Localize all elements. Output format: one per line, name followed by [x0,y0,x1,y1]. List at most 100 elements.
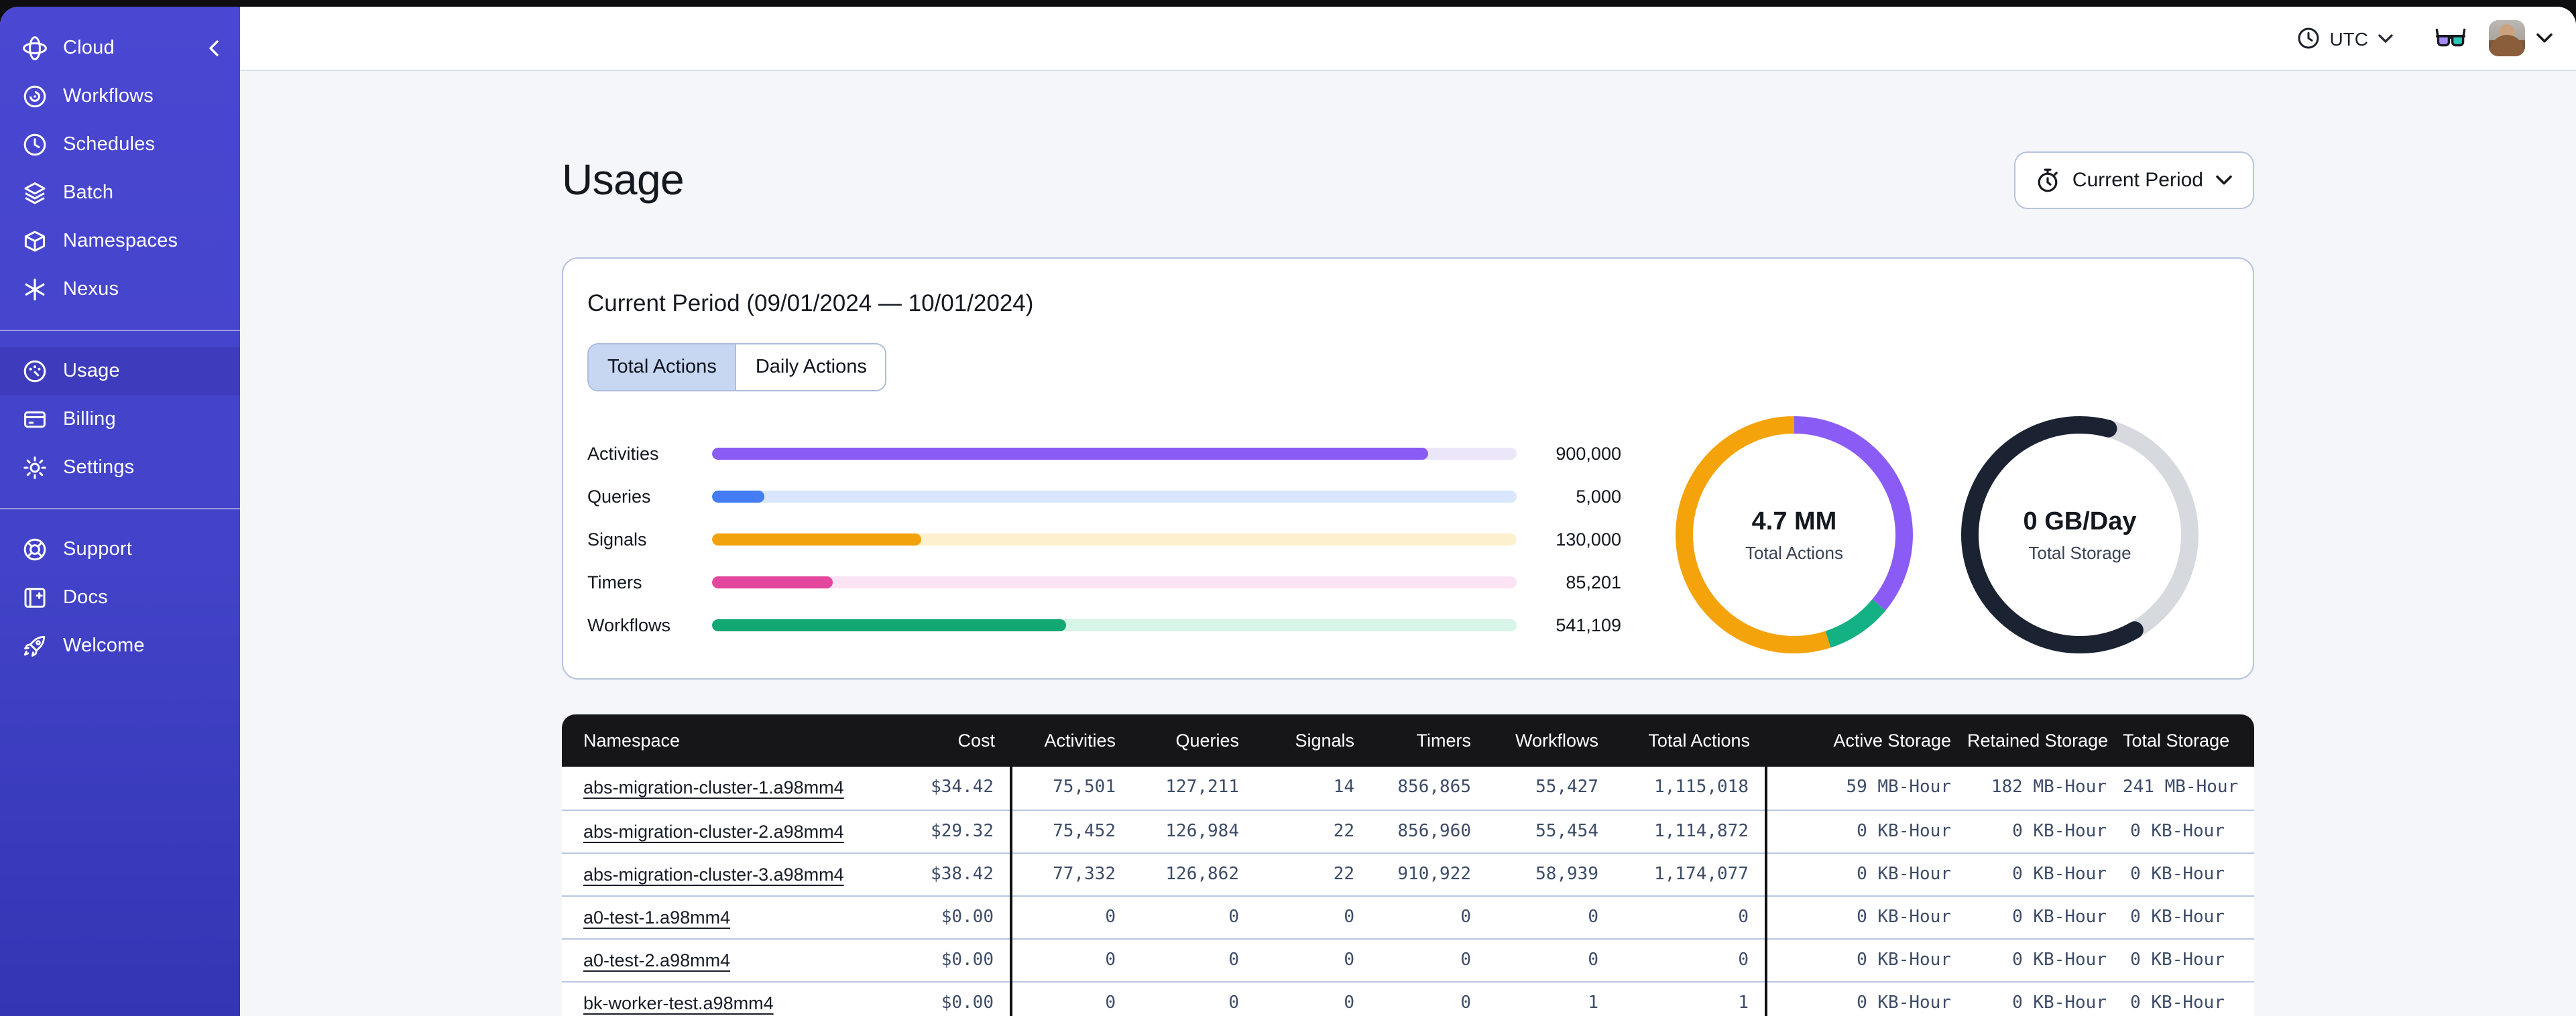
tab-total-actions[interactable]: Total Actions [589,344,736,390]
cell-workflows: 0 [1487,895,1615,938]
table-row: abs-migration-cluster-1.a98mm4 $34.42 75… [562,767,2254,810]
total-actions-value: 4.7 MM [1751,507,1837,535]
cell-workflows: 55,427 [1487,767,1615,810]
cell-activities: 77,332 [1010,852,1132,895]
sidebar-item-label: Settings [63,457,135,479]
bar-fill [712,490,764,502]
account-chevron-down-icon[interactable] [2536,32,2553,44]
bar-value: 5,000 [1576,486,1621,506]
cell-timers: 0 [1370,938,1487,981]
app-window: Cloud Workflows Schedules Batch Namespac… [0,7,2576,1016]
sidebar-item-label: Cloud [63,38,115,59]
cell-activities: 0 [1010,980,1132,1016]
cell-queries: 0 [1132,980,1255,1016]
topbar: UTC [240,7,2576,71]
welcome-rocket-icon [21,633,48,659]
cell-signals: 0 [1255,895,1370,938]
namespace-link[interactable]: a0-test-2.a98mm4 [583,950,730,970]
namespace-link[interactable]: abs-migration-cluster-1.a98mm4 [583,778,844,798]
cell-total-actions: 1 [1615,980,1766,1016]
col-total-storage: Total Storage [2123,714,2254,767]
sidebar-item-label: Welcome [63,635,145,657]
cell-timers: 0 [1370,980,1487,1016]
cell-queries: 126,984 [1132,809,1255,852]
namespace-link[interactable]: abs-migration-cluster-3.a98mm4 [583,864,844,884]
sidebar-collapse-icon[interactable] [205,39,224,58]
table-row: abs-migration-cluster-2.a98mm4 $29.32 75… [562,809,2254,852]
cell-activities: 75,452 [1010,809,1132,852]
cell-total-storage: 0 KB-Hour [2123,938,2254,981]
cell-retained-storage: 0 KB-Hour [1967,809,2123,852]
sidebar-item-schedules[interactable]: Schedules [0,121,240,169]
temporal-logo-icon [21,35,48,62]
cell-queries: 126,862 [1132,852,1255,895]
bar-fill [712,447,1428,459]
sidebar-item-label: Schedules [63,134,156,155]
chevron-down-icon [2378,34,2393,42]
namespace-link[interactable]: bk-worker-test.a98mm4 [583,993,774,1013]
namespace-link[interactable]: a0-test-1.a98mm4 [583,907,730,927]
cell-signals: 22 [1255,852,1370,895]
bar-row-workflows: Workflows 541,109 [587,603,1621,646]
timezone-selector[interactable]: UTC [2297,27,2394,50]
bar-value: 130,000 [1556,529,1621,549]
actions-tab-group: Total Actions Daily Actions [587,343,887,391]
feedback-glasses-icon[interactable] [2435,27,2466,50]
sidebar-divider [0,508,240,509]
sidebar: Cloud Workflows Schedules Batch Namespac… [0,7,240,1016]
cell-signals: 0 [1255,938,1370,981]
bar-row-timers: Timers 85,201 [587,560,1621,603]
table-row: abs-migration-cluster-3.a98mm4 $38.42 77… [562,852,2254,895]
billing-card-icon [21,406,48,433]
bar-fill [712,619,1066,631]
sidebar-item-docs[interactable]: Docs [0,574,240,622]
bar-value: 85,201 [1566,572,1621,592]
cell-queries: 0 [1132,895,1255,938]
col-queries: Queries [1132,714,1255,767]
cell-cost: $34.42 [888,767,1011,810]
col-signals: Signals [1255,714,1370,767]
cell-active-storage: 0 KB-Hour [1765,938,1967,981]
tab-daily-actions[interactable]: Daily Actions [735,344,886,390]
cell-total-actions: 0 [1615,895,1766,938]
sidebar-item-nexus[interactable]: Nexus [0,265,240,314]
sidebar-item-billing[interactable]: Billing [0,395,240,444]
bar-track [712,447,1517,459]
sidebar-item-workflows[interactable]: Workflows [0,72,240,121]
cell-total-storage: 0 KB-Hour [2123,852,2254,895]
bar-fill [712,533,921,545]
sidebar-item-support[interactable]: Support [0,525,240,574]
batch-layers-icon [21,180,48,206]
cell-signals: 0 [1255,980,1370,1016]
cell-cost: $0.00 [888,980,1011,1016]
page-title: Usage [562,155,685,204]
sidebar-item-settings[interactable]: Settings [0,444,240,492]
sidebar-item-usage[interactable]: Usage [0,347,240,395]
cell-total-actions: 1,114,872 [1615,809,1766,852]
sidebar-item-namespaces[interactable]: Namespaces [0,217,240,265]
cell-retained-storage: 0 KB-Hour [1967,852,2123,895]
cell-timers: 856,865 [1370,767,1487,810]
cell-total-storage: 0 KB-Hour [2123,980,2254,1016]
sidebar-item-welcome[interactable]: Welcome [0,622,240,670]
sidebar-item-cloud[interactable]: Cloud [0,24,240,72]
sidebar-item-label: Support [63,539,132,560]
total-storage-label: Total Storage [2028,542,2131,562]
user-avatar[interactable] [2489,20,2525,56]
cell-timers: 910,922 [1370,852,1487,895]
sidebar-item-label: Namespaces [63,231,178,252]
cell-workflows: 55,454 [1487,809,1615,852]
col-active-storage: Active Storage [1766,714,1967,767]
sidebar-item-label: Docs [63,587,108,609]
content: Usage Current Period Current Period (09/… [240,71,2576,1016]
period-selector-button[interactable]: Current Period [2014,151,2254,209]
namespace-link[interactable]: abs-migration-cluster-2.a98mm4 [583,821,844,841]
bar-row-queries: Queries 5,000 [587,474,1621,517]
col-retained-storage: Retained Storage [1967,714,2123,767]
cell-retained-storage: 182 MB-Hour [1967,767,2123,810]
sidebar-item-label: Billing [63,409,116,430]
sidebar-item-batch[interactable]: Batch [0,169,240,217]
col-timers: Timers [1370,714,1487,767]
bar-track [712,490,1517,502]
total-actions-donut: 4.7 MM Total Actions [1675,416,1914,654]
